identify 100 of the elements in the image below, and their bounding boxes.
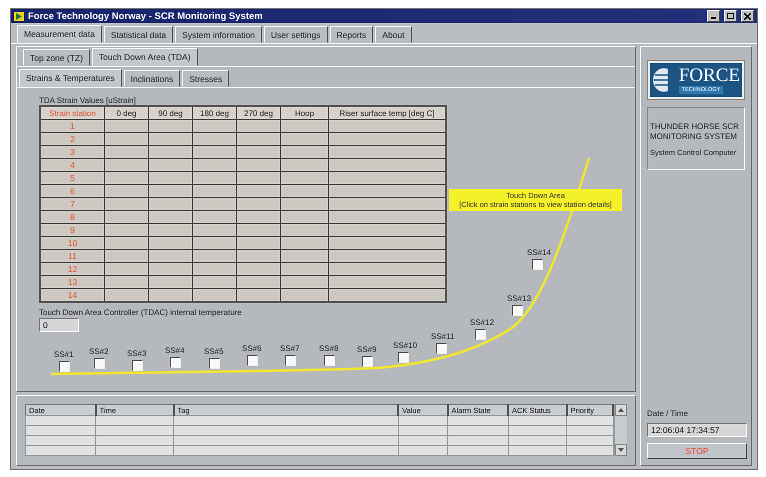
table-cell	[104, 250, 148, 262]
table-cell	[192, 120, 236, 132]
table-cell	[192, 146, 236, 158]
window-title: Force Technology Norway - SCR Monitoring System	[28, 10, 264, 22]
station-label: SS#11	[431, 332, 454, 341]
table-cell	[280, 224, 328, 236]
station-label: SS#7	[280, 344, 300, 353]
table-cell	[148, 146, 192, 158]
tab[interactable]: Statistical data	[104, 26, 174, 43]
station-checkbox[interactable]	[285, 355, 296, 366]
scroll-up-button[interactable]	[615, 404, 627, 416]
station-number[interactable]: 2	[40, 132, 104, 146]
station-label: SS#8	[319, 344, 339, 353]
close-button[interactable]	[741, 10, 754, 22]
station-number[interactable]: 9	[40, 224, 104, 236]
table-cell	[148, 276, 192, 288]
station-label: SS#13	[507, 294, 532, 303]
station-checkbox[interactable]	[59, 361, 70, 372]
tab[interactable]: Reports	[330, 26, 374, 43]
table-cell	[236, 224, 280, 236]
station-checkbox[interactable]	[94, 358, 105, 369]
station-checkbox[interactable]	[170, 357, 181, 368]
tdac-field: 0	[39, 318, 79, 332]
station-label: SS#5	[204, 347, 224, 356]
datetime-label: Date / Time	[647, 409, 688, 418]
station-number[interactable]: 10	[40, 236, 104, 250]
table-cell	[280, 184, 328, 198]
table-cell	[280, 210, 328, 224]
table-cell	[236, 172, 280, 184]
station-number[interactable]: 6	[40, 184, 104, 198]
table-cell	[148, 158, 192, 172]
station-checkbox[interactable]	[398, 352, 409, 363]
table-cell	[104, 236, 148, 250]
table-cell	[104, 132, 148, 146]
station-number[interactable]: 7	[40, 198, 104, 210]
table-cell	[26, 446, 96, 456]
table-cell	[148, 172, 192, 184]
table-cell	[280, 172, 328, 184]
station-checkbox[interactable]	[436, 343, 447, 354]
table-cell	[148, 224, 192, 236]
table-cell	[236, 198, 280, 210]
table-cell	[280, 132, 328, 146]
station-checkbox[interactable]	[132, 360, 143, 371]
station-checkbox[interactable]	[512, 305, 523, 316]
station-checkbox[interactable]	[324, 355, 335, 366]
table-cell	[280, 262, 328, 276]
tab[interactable]: Stresses	[182, 70, 230, 87]
table-cell	[192, 210, 236, 224]
tab[interactable]: Inclinations	[124, 70, 180, 87]
table-cell	[148, 184, 192, 198]
table-cell	[104, 198, 148, 210]
table-cell	[148, 262, 192, 276]
station-number[interactable]: 4	[40, 158, 104, 172]
table-cell	[26, 416, 96, 426]
station-checkbox[interactable]	[532, 259, 543, 270]
table-cell	[192, 236, 236, 250]
station-number[interactable]: 5	[40, 172, 104, 184]
station-checkbox[interactable]	[362, 356, 373, 367]
table-cell	[104, 172, 148, 184]
station-number[interactable]: 11	[40, 250, 104, 262]
table-cell	[236, 158, 280, 172]
stop-button[interactable]: STOP	[647, 443, 747, 459]
station-number[interactable]: 13	[40, 276, 104, 288]
table-cell	[192, 276, 236, 288]
tab[interactable]: About	[375, 26, 412, 43]
table-cell	[236, 120, 280, 132]
logo-name: FORCE	[678, 66, 740, 85]
station-number[interactable]: 12	[40, 262, 104, 276]
station-number[interactable]: 1	[40, 120, 104, 132]
maximize-button[interactable]	[724, 10, 737, 22]
station-checkbox[interactable]	[247, 355, 258, 366]
station-checkbox[interactable]	[475, 329, 486, 340]
table-cell	[192, 250, 236, 262]
station-label: SS#10	[393, 341, 418, 350]
close-icon	[744, 12, 751, 20]
table-cell	[192, 198, 236, 210]
tab[interactable]: System information	[175, 26, 262, 43]
table-cell	[104, 210, 148, 224]
station-label: SS#3	[127, 349, 147, 358]
up-arrow-icon	[618, 408, 624, 412]
station-checkbox[interactable]	[209, 358, 220, 369]
tab[interactable]: Top zone (TZ)	[23, 49, 90, 66]
station-number[interactable]: 3	[40, 146, 104, 158]
column-header: 180 deg	[192, 106, 236, 120]
table-cell	[192, 224, 236, 236]
tab[interactable]: Measurement data	[17, 25, 102, 43]
station-label: SS#14	[527, 248, 552, 257]
tab[interactable]: Touch Down Area (TDA)	[92, 48, 198, 66]
table-cell	[148, 210, 192, 224]
minimize-button[interactable]	[707, 10, 720, 22]
tab[interactable]: User settings	[264, 26, 328, 43]
table-cell	[280, 250, 328, 262]
scroll-down-button[interactable]	[615, 444, 627, 456]
station-number[interactable]: 8	[40, 210, 104, 224]
scrollbar[interactable]	[614, 404, 627, 456]
column-header: Strain station	[40, 106, 104, 120]
table-cell	[566, 416, 613, 426]
table-cell	[280, 276, 328, 288]
tab[interactable]: Strains & Temperatures	[19, 69, 122, 87]
column-header: Riser surface temp [deg C]	[328, 106, 446, 120]
